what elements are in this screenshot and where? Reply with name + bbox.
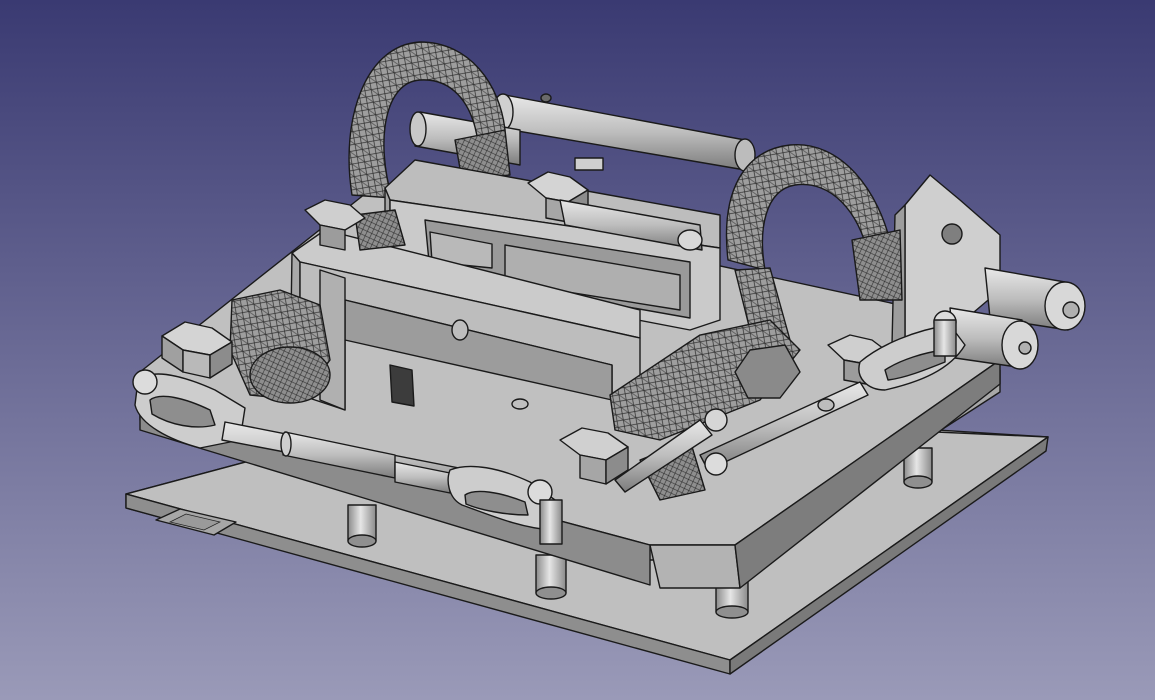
- 3d-viewport[interactable]: [0, 0, 1155, 700]
- 3d-scene[interactable]: [0, 0, 1155, 700]
